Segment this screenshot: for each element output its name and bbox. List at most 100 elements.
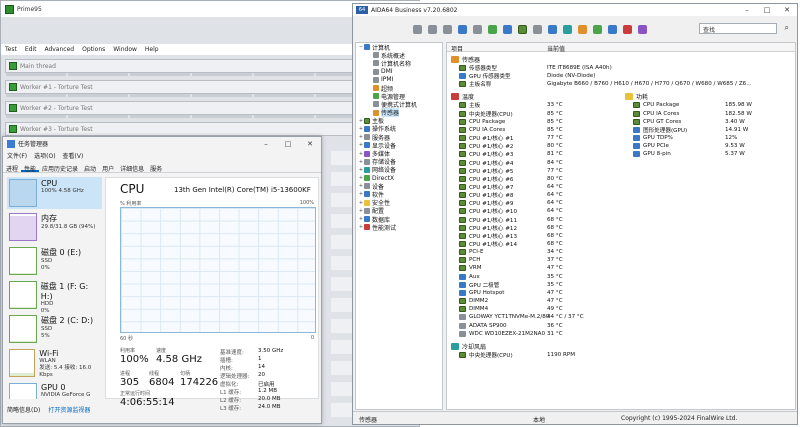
list-row[interactable]: DIMM2 (459, 297, 488, 305)
list-row[interactable]: CPU #1/核心 #4 (459, 159, 514, 167)
tab-3[interactable]: 启动 (81, 162, 99, 173)
tab-5[interactable]: 详细信息 (117, 162, 147, 173)
tree-item[interactable]: + 软件 (356, 190, 442, 199)
list-row[interactable]: CPU GT Cores (633, 118, 681, 126)
tree-item[interactable]: + 安全性 (356, 199, 442, 207)
list-row[interactable]: CPU #1/核心 #1 (459, 134, 514, 142)
list-row[interactable]: GLOWAY YCT1TNVMe-M.2/80 (459, 313, 549, 321)
tree-item[interactable]: 计算机名称 (356, 59, 442, 68)
minimize-button[interactable]: – (255, 140, 277, 148)
tree-item[interactable]: + 网络设备 (356, 166, 442, 174)
minimize-button[interactable]: – (737, 6, 757, 14)
tree-item[interactable]: + 性能测试 (356, 223, 442, 232)
list-row[interactable]: CPU #1/核心 #10 (459, 207, 517, 215)
prime95-menu-item[interactable]: Help (145, 46, 159, 53)
sidebar-item[interactable]: Wi-Fi WLAN 发送: 5.4 接收: 16.0 Kbps (7, 347, 102, 379)
list-row[interactable]: GPU PCIe (633, 142, 669, 150)
list-row[interactable]: GPU Hotspot (459, 289, 504, 297)
tree-item[interactable]: DMI (356, 68, 442, 76)
maximize-button[interactable]: □ (757, 6, 777, 14)
system-stability-icon[interactable] (548, 24, 557, 34)
tree-item[interactable]: + 主板 (356, 117, 442, 125)
list-row[interactable]: VRM (459, 264, 482, 272)
tree-item[interactable]: 传感器 (356, 108, 442, 118)
list-row[interactable]: 图形处理器(GPU) (633, 126, 687, 134)
tab-1[interactable]: 性能 (21, 162, 40, 173)
list-row[interactable]: CPU #1/核心 #7 (459, 183, 514, 191)
task-manager-menu-item[interactable]: 文件(F) (7, 151, 27, 160)
list-row[interactable]: CPU Package (459, 118, 505, 126)
benchmark-icon[interactable] (623, 24, 632, 34)
refresh-icon[interactable] (458, 24, 467, 34)
tools-icon[interactable] (638, 24, 647, 34)
task-manager-menu-item[interactable]: 选项(O) (34, 151, 55, 160)
cpuid-icon[interactable] (578, 24, 587, 34)
list-row[interactable]: 传感器类型 (459, 64, 497, 72)
prime95-menu-item[interactable]: Advanced (44, 46, 74, 53)
tab-0[interactable]: 进程 (3, 162, 21, 173)
task-manager-titlebar[interactable]: 任务管理器 – □ ✕ (3, 137, 321, 150)
list-row[interactable]: Aux (459, 273, 480, 281)
tree-item[interactable]: + 设备 (356, 182, 442, 191)
sidebar-item[interactable]: 磁盘 1 (F: G: H:) HDD 0% (7, 279, 102, 314)
tab-6[interactable]: 服务 (147, 162, 165, 173)
driver-icon[interactable] (533, 24, 542, 34)
close-button[interactable]: ✕ (299, 140, 321, 148)
up-icon[interactable] (443, 24, 452, 34)
tab-4[interactable]: 用户 (99, 162, 117, 173)
back-icon[interactable] (413, 24, 422, 34)
list-row[interactable]: 主板名称 (459, 80, 491, 88)
network-icon[interactable] (563, 24, 572, 34)
list-row[interactable]: GPU 二极管 (459, 281, 499, 289)
maximize-button[interactable]: □ (277, 140, 299, 148)
list-row[interactable]: GPU 传感器类型 (459, 72, 511, 80)
list-row[interactable]: CPU IA Cores (459, 126, 505, 134)
list-row[interactable]: PCH (459, 256, 481, 264)
prime95-menu-item[interactable]: Test (5, 46, 17, 53)
tree-item[interactable]: + 配置 (356, 207, 442, 215)
column-value[interactable]: 当前值 (547, 44, 565, 53)
tab-2[interactable]: 应用历史记录 (39, 162, 81, 173)
prime95-menu-item[interactable]: Options (82, 46, 105, 53)
list-row[interactable]: 中央处理器(CPU) (459, 351, 513, 359)
sidebar-item[interactable]: 内存 29.8/31.8 GB (94%) (7, 211, 102, 243)
list-row[interactable]: GPU TDP% (633, 134, 673, 142)
sidebar-item[interactable]: 磁盘 2 (C: D:) SSD 5% (7, 313, 102, 345)
tree-item[interactable]: + DirectX (356, 174, 442, 182)
chart-icon[interactable] (488, 24, 497, 34)
bios-icon[interactable] (518, 24, 527, 34)
report-icon[interactable] (503, 24, 512, 34)
list-row[interactable]: CPU #1/核心 #2 (459, 142, 514, 150)
list-row[interactable]: CPU #1/核心 #14 (459, 240, 517, 248)
forward-icon[interactable] (428, 24, 437, 34)
sidebar-item[interactable]: GPU 0NVIDIA GeForce G17% (35 °C) (7, 381, 102, 399)
list-row[interactable]: WDC WD10EZEX-21M2NA0 (459, 330, 545, 338)
list-row[interactable]: CPU #1/核心 #8 (459, 191, 514, 199)
open-resource-monitor-link[interactable]: 打开资源监视器 (48, 405, 90, 414)
list-row[interactable]: CPU #1/核心 #3 (459, 150, 514, 158)
sidebar-item[interactable]: CPU 100% 4.58 GHz (7, 177, 102, 209)
list-row[interactable]: 主板 (459, 101, 480, 109)
user-icon[interactable] (473, 24, 482, 34)
tree-item[interactable]: + 数据库 (356, 215, 442, 224)
fewer-details-link[interactable]: 简略信息(D) (7, 405, 40, 414)
tree-item[interactable]: IPMI (356, 76, 442, 84)
list-row[interactable]: CPU #1/核心 #9 (459, 199, 514, 207)
aida64-titlebar[interactable]: 64 AIDA64 Business v7.20.6802 – □ ✕ (353, 4, 797, 16)
list-row[interactable]: 中央处理器(CPU) (459, 110, 513, 118)
list-row[interactable]: PCI-E (459, 248, 483, 256)
sensor-panel-icon[interactable] (593, 24, 602, 34)
tree-item[interactable]: + 显示设备 (356, 141, 442, 150)
list-row[interactable]: DIMM4 (459, 305, 488, 313)
sidebar-item[interactable]: 磁盘 0 (E:) SSD 0% (7, 245, 102, 277)
monitor-icon[interactable] (608, 24, 617, 34)
list-row[interactable]: CPU #1/核心 #5 (459, 167, 514, 175)
search-input[interactable]: 查找 (699, 23, 777, 34)
search-icon[interactable]: ⌕ (785, 23, 789, 33)
tree-item[interactable]: + 服务器 (356, 133, 442, 142)
list-row[interactable]: ADATA SP900 (459, 322, 507, 330)
list-row[interactable]: CPU Package (633, 101, 679, 109)
tree-item[interactable]: + 存储设备 (356, 158, 442, 166)
prime95-menu-item[interactable]: Window (113, 46, 137, 53)
tree-item[interactable]: + 多媒体 (356, 149, 442, 158)
